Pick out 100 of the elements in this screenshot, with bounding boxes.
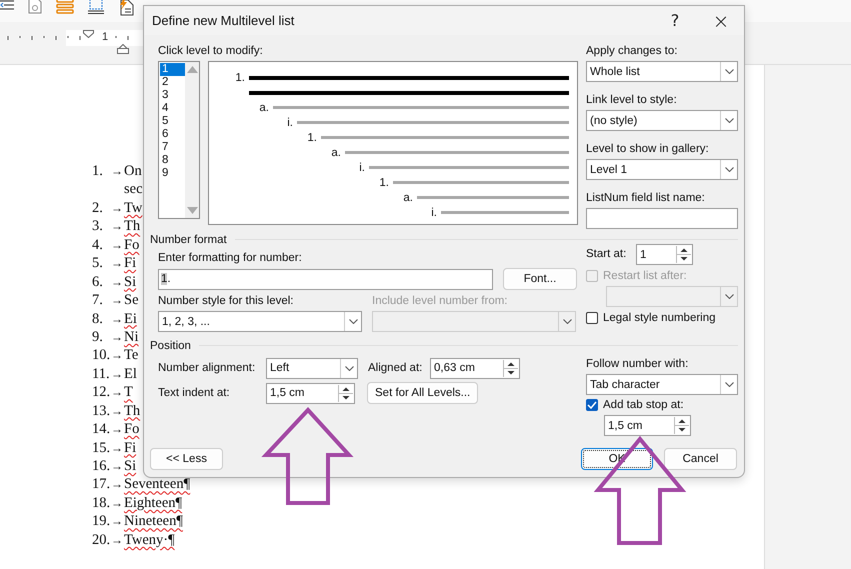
list-text: Seventeen¶ bbox=[124, 475, 190, 494]
field-label: Link level to style: bbox=[586, 93, 678, 108]
list-text: Ei bbox=[124, 310, 137, 328]
tab-mark: → bbox=[111, 494, 124, 512]
font-button[interactable]: Font... bbox=[503, 268, 577, 290]
chevron-icon bbox=[724, 167, 734, 172]
spin-arrows-icon[interactable] bbox=[338, 384, 353, 402]
lightning-document-icon[interactable] bbox=[118, 0, 134, 16]
chevron-icon bbox=[724, 69, 734, 74]
list-text: Tweny·¶ bbox=[124, 530, 175, 550]
indent-marker-icon[interactable] bbox=[83, 30, 94, 38]
number-style-dropdown[interactable]: 1, 2, 3, ... bbox=[158, 311, 362, 332]
preview-number: 1. bbox=[378, 176, 390, 188]
aligned-at-spinner[interactable]: 0,63 cm bbox=[430, 358, 520, 378]
field-label: Click level to modify: bbox=[158, 44, 264, 59]
help-button[interactable]: ? bbox=[652, 6, 698, 35]
tab-mark: → bbox=[111, 384, 124, 402]
list-number: 5. bbox=[92, 254, 104, 273]
level-item[interactable]: 2 bbox=[160, 76, 185, 89]
follow-number-dropdown[interactable]: Tab character bbox=[586, 374, 738, 395]
set-all-levels-button[interactable]: Set for All Levels... bbox=[367, 382, 478, 404]
tab-mark: → bbox=[111, 476, 124, 494]
preview-number: 1. bbox=[234, 72, 246, 84]
chevron-icon bbox=[724, 118, 734, 123]
tab-mark: → bbox=[111, 366, 124, 383]
number-alignment-dropdown[interactable]: Left bbox=[266, 358, 358, 378]
list-number: 7. bbox=[92, 291, 104, 310]
list-text: T bbox=[124, 383, 133, 402]
text-indent-spinner[interactable]: 1,5 cm bbox=[266, 382, 355, 404]
tab-marker-icon[interactable] bbox=[117, 44, 129, 54]
spin-arrows-icon[interactable] bbox=[676, 246, 691, 263]
list-number: 16. bbox=[92, 457, 111, 476]
chevron-icon bbox=[724, 294, 734, 299]
list-number: 4. bbox=[92, 236, 104, 254]
list-number: 11. bbox=[92, 364, 111, 384]
tab-mark: → bbox=[111, 310, 124, 328]
preview-number: a. bbox=[258, 102, 270, 114]
listnum-field[interactable] bbox=[586, 208, 738, 229]
list-text: Se bbox=[124, 291, 138, 310]
apply-changes-dropdown[interactable]: Whole list bbox=[586, 61, 738, 82]
field-label: Level to show in gallery: bbox=[586, 142, 710, 157]
level-list[interactable]: 1 2 3 4 5 6 7 8 9 bbox=[158, 61, 200, 219]
spin-arrows-icon[interactable] bbox=[503, 360, 518, 376]
border-icon[interactable] bbox=[88, 0, 104, 14]
preview-number: i. bbox=[286, 116, 294, 128]
checkbox[interactable] bbox=[586, 399, 598, 411]
gallery-level-dropdown[interactable]: Level 1 bbox=[586, 159, 738, 180]
indent-icon[interactable] bbox=[0, 0, 14, 12]
level-item[interactable]: 6 bbox=[160, 128, 185, 141]
lines-icon[interactable] bbox=[56, 0, 74, 14]
level-item[interactable]: 9 bbox=[160, 167, 185, 180]
list-number: 18. bbox=[92, 494, 111, 512]
field-label: ListNum field list name: bbox=[586, 191, 706, 206]
tab-mark: → bbox=[111, 274, 124, 291]
cancel-button[interactable]: Cancel bbox=[664, 448, 737, 470]
list-text: Fi bbox=[124, 254, 136, 273]
list-number: 9. bbox=[92, 328, 104, 346]
tab-mark: → bbox=[111, 402, 124, 420]
list-text: Si bbox=[124, 457, 136, 476]
list-number: 3. bbox=[92, 217, 104, 236]
level-item[interactable]: 3 bbox=[160, 89, 185, 102]
tab-mark: → bbox=[111, 292, 124, 310]
field-label: Number style for this level: bbox=[158, 294, 294, 309]
tab-mark: → bbox=[111, 347, 124, 364]
less-button[interactable]: << Less bbox=[150, 448, 223, 470]
tab-mark: → bbox=[111, 421, 124, 438]
section-heading: Number format bbox=[150, 234, 227, 246]
level-item[interactable]: 5 bbox=[160, 115, 185, 128]
link-style-dropdown[interactable]: (no style) bbox=[586, 110, 738, 131]
tab-stop-spinner[interactable]: 1,5 cm bbox=[604, 415, 691, 436]
list-text: sec bbox=[124, 180, 143, 199]
level-item[interactable]: 8 bbox=[160, 154, 185, 167]
list-number: 13. bbox=[92, 402, 111, 420]
preview-number: i. bbox=[358, 162, 366, 174]
list-text: Nineteen¶ bbox=[124, 512, 183, 531]
list-number: 15. bbox=[92, 438, 111, 457]
restart-after-dropdown[interactable] bbox=[606, 286, 738, 307]
ruler-number: 1 bbox=[102, 31, 108, 43]
tab-mark: → bbox=[111, 236, 124, 254]
checkbox-label[interactable]: Legal style numbering bbox=[603, 312, 716, 324]
tab-mark: → bbox=[111, 255, 124, 272]
tab-mark: → bbox=[111, 532, 124, 549]
preview-number: i. bbox=[430, 206, 438, 218]
checkbox-label[interactable]: Add tab stop at: bbox=[603, 399, 684, 411]
level-item[interactable]: 1 bbox=[160, 63, 185, 76]
number-format-field[interactable]: 1. bbox=[158, 268, 493, 290]
field-label: Aligned at: bbox=[368, 360, 420, 376]
preview-number: a. bbox=[402, 192, 414, 204]
list-number: 14. bbox=[92, 420, 111, 439]
close-button[interactable]: × bbox=[698, 6, 744, 35]
dialog-title: Define new Multilevel list bbox=[152, 13, 296, 28]
spin-arrows-icon[interactable] bbox=[674, 417, 689, 434]
checkbox[interactable] bbox=[586, 312, 598, 324]
chevron-icon bbox=[562, 319, 572, 324]
list-text: Th bbox=[124, 402, 140, 420]
start-at-spinner[interactable]: 1 bbox=[636, 244, 693, 265]
level-item[interactable]: 7 bbox=[160, 141, 185, 154]
document-icon[interactable] bbox=[28, 0, 42, 14]
level-item[interactable]: 4 bbox=[160, 102, 185, 115]
field-label: Include level number from: bbox=[372, 294, 509, 309]
